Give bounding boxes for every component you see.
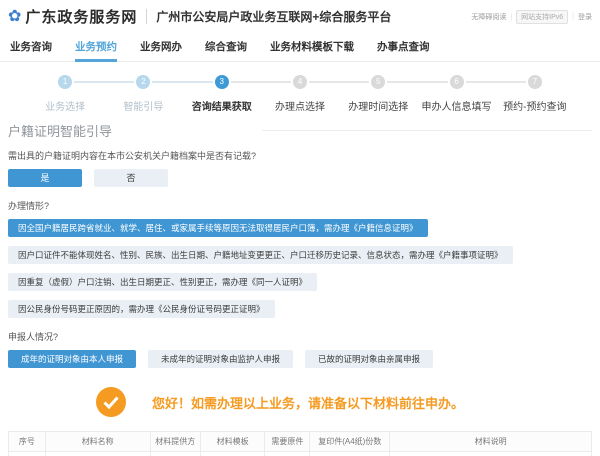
table-header-row: 序号 材料名称 材料提供方 材料模板 需要原件 复印件(A4纸)份数 材料说明 <box>8 431 592 452</box>
table-cell: 需要 <box>264 451 311 456</box>
situation-options: 因全国户籍居民跨省就业、就学、居住、或家属手续等原因无法取得居民户口簿，需办理《… <box>0 217 600 323</box>
situation-option-button[interactable]: 因全国户籍居民跨省就业、就学、居住、或家属手续等原因无法取得居民户口簿，需办理《… <box>8 219 428 237</box>
table-cell: 申请人 <box>149 451 201 456</box>
nav-tab[interactable]: 办事点查询 <box>377 31 430 61</box>
title-rule <box>262 130 592 131</box>
nav-tab[interactable]: 业务咨询 <box>10 31 52 61</box>
section-title-row: 户籍证明智能引导 <box>0 113 600 142</box>
situation-option-button[interactable]: 因公民身份号码更正原因的，需办理《公民身份证号码更正证明》 <box>8 300 275 318</box>
table-cell: 0 <box>309 451 391 456</box>
table-header-cell: 材料提供方 <box>149 431 201 452</box>
step-label: 申办人信息填写 <box>421 102 492 113</box>
progress-step: 7 预约-预约查询 <box>465 75 574 113</box>
record-options: 是否 <box>0 167 600 192</box>
step-number-badge: 6 <box>449 75 464 89</box>
materials-table: 序号材料名称材料提供方材料模板需要原件复印件(A4纸)份数材料说明 1申办报告（… <box>8 431 592 456</box>
table-header-cell: 序号 <box>8 431 46 452</box>
check-circle-icon <box>96 387 126 417</box>
page-title: 户籍证明智能引导 <box>8 124 113 139</box>
nav-tab[interactable]: 业务网办 <box>140 31 182 61</box>
login-link[interactable]: 登录 <box>578 12 592 22</box>
result-message: 您好！如需办理以上业务，请准备以下材料前往申办。 <box>152 395 465 411</box>
step-label: 业务选择 <box>45 102 86 113</box>
result-banner: 您好！如需办理以上业务，请准备以下材料前往申办。 <box>0 373 600 425</box>
table-header-cell: 材料名称 <box>44 431 151 452</box>
step-number-badge: 5 <box>371 75 386 89</box>
nav-tab[interactable]: 业务预约 <box>75 31 117 62</box>
view-template-link[interactable]: 查看模板(1) <box>199 451 266 456</box>
question-applicant: 申报人情况? <box>8 332 59 342</box>
step-number-badge: 7 <box>527 75 542 89</box>
situation-option-button[interactable]: 因户口证件不能体现姓名、性别、民族、出生日期、户籍地址变更更正、户口迁移历史记录… <box>8 246 513 264</box>
situation-option-button[interactable]: 因重复（虚假）户口注销、出生日期更正、性别更正，需办理《同一人证明》 <box>8 273 318 291</box>
table-body: 1申办报告（陈述事由）申请人查看模板(1)需要0-2居民身份证申请人查看模板(1… <box>8 451 592 456</box>
gdzw-flower-logo-icon: ✿ <box>8 7 22 25</box>
step-label: 预约-预约查询 <box>503 102 567 113</box>
badge-login-divider <box>568 13 578 20</box>
step-label: 智能引导 <box>123 102 164 113</box>
top-header: ✿ 广东政务服务网 广州市公安局户政业务互联网+综合服务平台 无障碍阅读 网站支… <box>0 0 600 31</box>
step-label: 办理时间选择 <box>348 102 409 113</box>
applicant-option-button[interactable]: 已故的证明对象由亲属申报 <box>305 350 434 368</box>
applicant-options: 成年的证明对象由本人申报 未成年的证明对象由监护人申报 已故的证明对象由亲属申报 <box>0 348 600 373</box>
checkmark-icon <box>103 395 119 409</box>
header-divider <box>146 9 148 24</box>
table-header-cell: 材料说明 <box>389 431 592 452</box>
question-record: 需出具的户籍证明内容在本市公安机关户籍档案中是否有记载? <box>8 151 257 161</box>
table-cell: 申办报告（陈述事由） <box>44 451 151 456</box>
record-option-button[interactable]: 是 <box>8 169 82 187</box>
site-name: 广东政务服务网 <box>25 9 138 26</box>
platform-title: 广州市公安局户政业务互联网+综合服务平台 <box>156 10 392 24</box>
nav-tabs: 业务咨询 业务预约 业务网办 综合查询 业务材料模板下载 办事点查询 <box>0 31 600 62</box>
step-label: 办理点选择 <box>274 102 325 113</box>
nav-tab[interactable]: 综合查询 <box>205 31 247 61</box>
materials-table-wrap: 序号材料名称材料提供方材料模板需要原件复印件(A4纸)份数材料说明 1申办报告（… <box>0 425 600 456</box>
table-header-cell: 需要原件 <box>264 431 311 452</box>
step-number-badge: 4 <box>292 75 307 89</box>
step-number-badge: 3 <box>214 75 229 89</box>
applicant-option-button[interactable]: 成年的证明对象由本人申报 <box>8 350 137 368</box>
record-option-button[interactable]: 否 <box>94 169 168 187</box>
applicant-option-button[interactable]: 未成年的证明对象由监护人申报 <box>148 350 294 368</box>
table-header-cell: 材料模板 <box>199 431 266 452</box>
table-header-cell: 复印件(A4纸)份数 <box>309 431 391 452</box>
question-situation: 办理情形? <box>8 201 50 211</box>
step-number-badge: 1 <box>58 75 73 89</box>
progress-steps: 1 业务选择 2 智能引导 3 咨询结果获取 4 办理点选择 5 办理时间选择 6 申办人信息填写 7 预… <box>0 62 600 113</box>
table-row: 1申办报告（陈述事由）申请人查看模板(1)需要0- <box>8 451 592 456</box>
table-cell: 1 <box>8 451 46 456</box>
nav-tab[interactable]: 业务材料模板下载 <box>270 31 354 61</box>
accessibility-link[interactable]: 无障碍阅读 <box>471 12 516 22</box>
step-label: 咨询结果获取 <box>191 102 252 113</box>
step-number-badge: 2 <box>136 75 151 89</box>
header-links: 无障碍阅读 网站支持IPv6 登录 <box>471 9 592 24</box>
ipv6-badge: 网站支持IPv6 <box>516 9 569 24</box>
table-cell: - <box>389 451 592 456</box>
